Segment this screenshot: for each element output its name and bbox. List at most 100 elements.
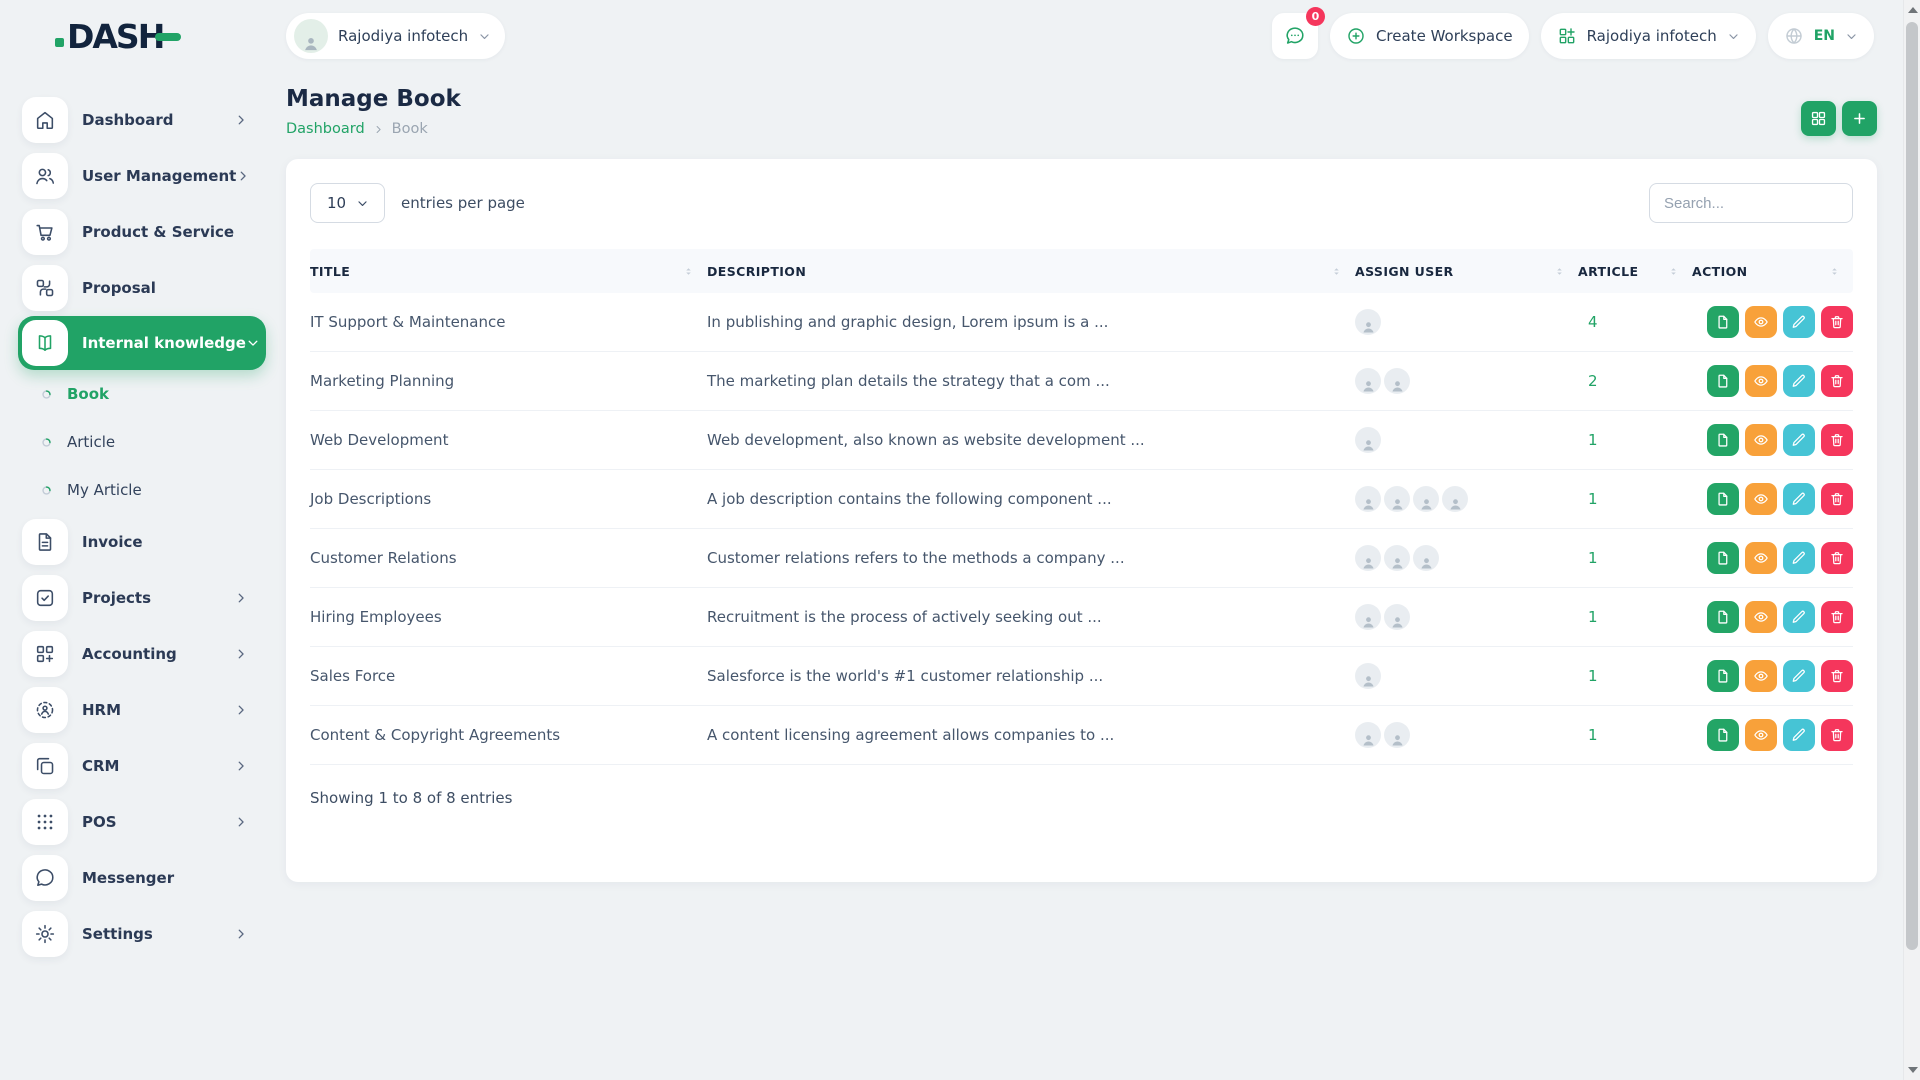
- article-list-button[interactable]: [1707, 424, 1739, 456]
- view-button[interactable]: [1745, 424, 1777, 456]
- cell-article: 1: [1578, 549, 1692, 567]
- sidebar-item-projects[interactable]: Projects: [22, 570, 262, 626]
- add-book-button[interactable]: [1842, 101, 1877, 136]
- sidebar-subitem-book[interactable]: Book: [22, 370, 286, 418]
- language-selector[interactable]: EN: [1768, 13, 1874, 59]
- column-header-assign-user[interactable]: ASSIGN USER: [1355, 249, 1578, 293]
- delete-button[interactable]: [1821, 601, 1853, 633]
- sidebar-icon-tile: [22, 687, 68, 733]
- assigned-user-avatar: [1384, 545, 1410, 571]
- sidebar-item-invoice[interactable]: Invoice: [22, 514, 262, 570]
- article-list-button[interactable]: [1707, 660, 1739, 692]
- view-button[interactable]: [1745, 719, 1777, 751]
- workspace-selector[interactable]: Rajodiya infotech: [1541, 13, 1756, 59]
- create-workspace-button[interactable]: Create Workspace: [1330, 13, 1529, 59]
- sidebar-item-accounting[interactable]: Accounting: [22, 626, 262, 682]
- edit-button[interactable]: [1783, 365, 1815, 397]
- article-count-link[interactable]: 1: [1578, 726, 1598, 744]
- edit-button[interactable]: [1783, 483, 1815, 515]
- sidebar-item-crm[interactable]: CRM: [22, 738, 262, 794]
- cell-article: 1: [1578, 608, 1692, 626]
- edit-button[interactable]: [1783, 719, 1815, 751]
- table-row: Sales Force Salesforce is the world's #1…: [310, 647, 1853, 706]
- article-count-link[interactable]: 2: [1578, 372, 1598, 390]
- edit-button[interactable]: [1783, 306, 1815, 338]
- sidebar-item-dashboard[interactable]: Dashboard: [22, 92, 262, 148]
- sidebar-item-proposal[interactable]: Proposal: [22, 260, 262, 316]
- delete-button[interactable]: [1821, 483, 1853, 515]
- column-header-action[interactable]: ACTION: [1692, 249, 1853, 293]
- article-list-button[interactable]: [1707, 719, 1739, 751]
- article-list-button[interactable]: [1707, 306, 1739, 338]
- edit-button[interactable]: [1783, 601, 1815, 633]
- sidebar-item-hrm[interactable]: HRM: [22, 682, 262, 738]
- chevron-down-icon: [356, 197, 369, 210]
- chevron-down-icon: [1845, 30, 1858, 43]
- edit-button[interactable]: [1783, 660, 1815, 692]
- entries-per-page-select[interactable]: 10: [310, 183, 385, 223]
- sidebar-item-product-service[interactable]: Product & Service: [22, 204, 262, 260]
- search-input[interactable]: [1649, 183, 1853, 223]
- delete-button[interactable]: [1821, 424, 1853, 456]
- cell-title: Job Descriptions: [310, 490, 707, 508]
- delete-button[interactable]: [1821, 660, 1853, 692]
- article-count-link[interactable]: 1: [1578, 608, 1598, 626]
- edit-button[interactable]: [1783, 424, 1815, 456]
- chevron-down-icon: [478, 30, 491, 43]
- edit-button[interactable]: [1783, 542, 1815, 574]
- brand-logo[interactable]: DASH: [55, 17, 181, 56]
- person-icon: [1360, 554, 1377, 571]
- view-button[interactable]: [1745, 365, 1777, 397]
- sidebar-subitem-my-article[interactable]: My Article: [22, 466, 286, 514]
- article-count-link[interactable]: 1: [1578, 431, 1598, 449]
- file-icon: [1715, 432, 1731, 448]
- delete-button[interactable]: [1821, 719, 1853, 751]
- article-count-link[interactable]: 4: [1578, 313, 1598, 331]
- column-header-description[interactable]: DESCRIPTION: [707, 249, 1355, 293]
- sidebar-subitem-article[interactable]: Article: [22, 418, 286, 466]
- scrollbar-down-arrow[interactable]: [1908, 1067, 1918, 1073]
- breadcrumb-dashboard-link[interactable]: Dashboard: [286, 121, 365, 137]
- grid-view-button[interactable]: [1801, 101, 1836, 136]
- chevron-right-icon: [373, 124, 384, 135]
- table-body: IT Support & Maintenance In publishing a…: [310, 293, 1853, 765]
- plus-icon: [1851, 110, 1868, 127]
- messenger-button[interactable]: 0: [1272, 13, 1318, 59]
- delete-button[interactable]: [1821, 306, 1853, 338]
- article-count-link[interactable]: 1: [1578, 667, 1598, 685]
- view-button[interactable]: [1745, 660, 1777, 692]
- sidebar-subitem-label: Book: [67, 385, 109, 403]
- view-button[interactable]: [1745, 483, 1777, 515]
- trash-icon: [1829, 727, 1845, 743]
- person-icon: [1360, 318, 1377, 335]
- page-scrollbar[interactable]: [1903, 0, 1920, 1080]
- article-count-link[interactable]: 1: [1578, 490, 1598, 508]
- view-button[interactable]: [1745, 306, 1777, 338]
- scrollbar-thumb[interactable]: [1906, 22, 1918, 950]
- column-header-title[interactable]: TITLE: [310, 249, 707, 293]
- column-header-label: TITLE: [310, 264, 350, 279]
- sidebar-item-label: Projects: [82, 589, 151, 607]
- article-list-button[interactable]: [1707, 601, 1739, 633]
- sidebar-item-pos[interactable]: POS: [22, 794, 262, 850]
- column-header-label: ASSIGN USER: [1355, 264, 1454, 279]
- sidebar-item-user-management[interactable]: User Management: [22, 148, 262, 204]
- person-icon: [1447, 495, 1464, 512]
- view-button[interactable]: [1745, 601, 1777, 633]
- sidebar-item-settings[interactable]: Settings: [22, 906, 262, 962]
- sidebar-item-label: POS: [82, 813, 117, 831]
- article-list-button[interactable]: [1707, 483, 1739, 515]
- sidebar-item-label: Accounting: [82, 645, 177, 663]
- delete-button[interactable]: [1821, 542, 1853, 574]
- scrollbar-up-arrow[interactable]: [1908, 7, 1918, 13]
- delete-button[interactable]: [1821, 365, 1853, 397]
- sidebar-item-messenger[interactable]: Messenger: [22, 850, 262, 906]
- cell-title: Web Development: [310, 431, 707, 449]
- article-count-link[interactable]: 1: [1578, 549, 1598, 567]
- column-header-article[interactable]: ARTICLE: [1578, 249, 1692, 293]
- article-list-button[interactable]: [1707, 542, 1739, 574]
- view-button[interactable]: [1745, 542, 1777, 574]
- article-list-button[interactable]: [1707, 365, 1739, 397]
- company-selector[interactable]: Rajodiya infotech: [286, 13, 505, 59]
- sidebar-item-internal-knowledge[interactable]: Internal knowledge: [18, 316, 266, 370]
